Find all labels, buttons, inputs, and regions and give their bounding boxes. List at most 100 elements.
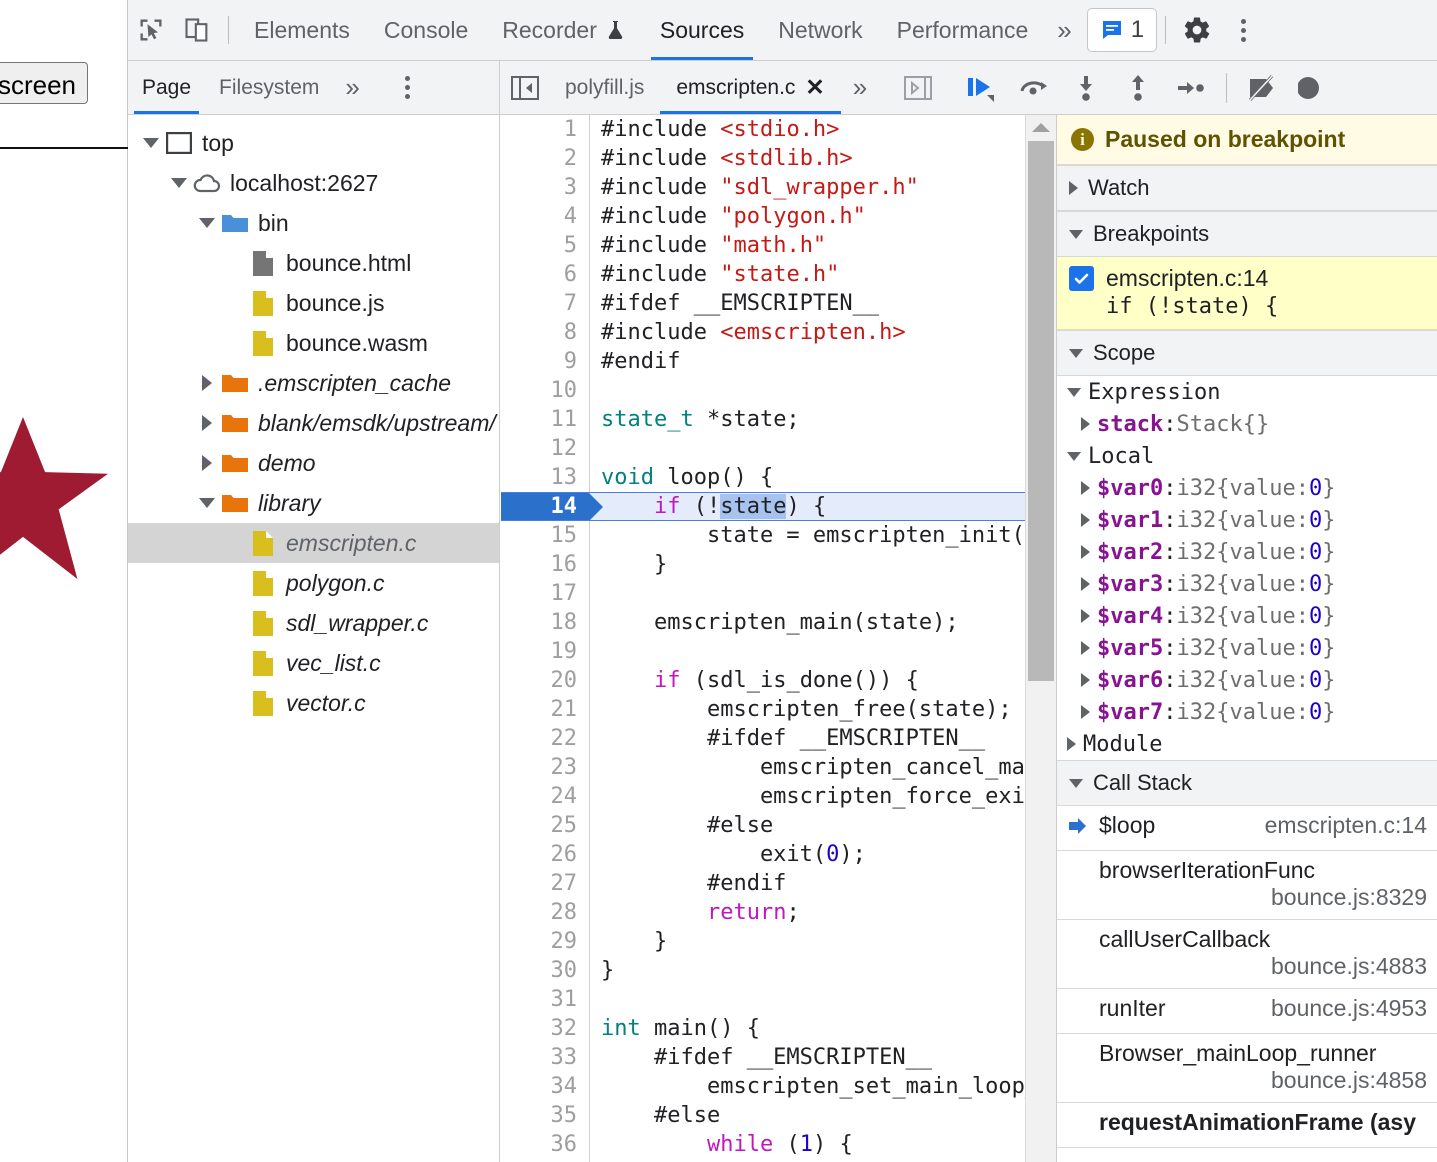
scope-variable-row[interactable]: $var0: i32 {value: 0} bbox=[1057, 472, 1437, 504]
collapse-navigator-icon[interactable] bbox=[501, 61, 549, 114]
line-number[interactable]: 3 bbox=[501, 175, 589, 200]
code-line[interactable]: 13void loop() { bbox=[501, 463, 1025, 492]
code-line[interactable]: 16 } bbox=[501, 550, 1025, 579]
line-number[interactable]: 14 bbox=[501, 494, 589, 519]
navigator-kebab-menu-icon[interactable] bbox=[385, 65, 431, 111]
tree-item-bounce-wasm[interactable]: bounce.wasm bbox=[128, 323, 499, 363]
resume-script-execution-button[interactable] bbox=[956, 61, 1008, 114]
editor-more-tabs-chevron-icon[interactable]: » bbox=[841, 72, 876, 103]
nav-tab-filesystem[interactable]: Filesystem bbox=[205, 61, 333, 114]
chevron-right-icon[interactable] bbox=[1067, 737, 1076, 751]
scope-variable-row[interactable]: $var6: i32 {value: 0} bbox=[1057, 664, 1437, 696]
code-line[interactable]: 24 emscripten_force_exit bbox=[501, 782, 1025, 811]
inspect-cursor-icon[interactable] bbox=[128, 7, 174, 53]
tab-console[interactable]: Console bbox=[367, 0, 485, 60]
tree-item-vec-list-c[interactable]: vec_list.c bbox=[128, 643, 499, 683]
tree-item-bounce-html[interactable]: bounce.html bbox=[128, 243, 499, 283]
line-number[interactable]: 19 bbox=[501, 639, 589, 664]
tree-item-sdl-wrapper-c[interactable]: sdl_wrapper.c bbox=[128, 603, 499, 643]
scope-variables-list[interactable]: Expressionstack: Stack {}Local$var0: i32… bbox=[1057, 376, 1437, 760]
deactivate-breakpoints-button[interactable] bbox=[1237, 61, 1289, 114]
call-stack-frame[interactable]: requestAnimationFrame (asy bbox=[1057, 1103, 1437, 1148]
tab-sources[interactable]: Sources bbox=[643, 0, 761, 60]
breakpoint-item[interactable]: emscripten.c:14 if (!state) { bbox=[1057, 257, 1437, 330]
line-number[interactable]: 5 bbox=[501, 233, 589, 258]
scope-variable-row[interactable]: $var4: i32 {value: 0} bbox=[1057, 600, 1437, 632]
scope-variable-row[interactable]: $var5: i32 {value: 0} bbox=[1057, 632, 1437, 664]
code-line[interactable]: 2#include <stdlib.h> bbox=[501, 144, 1025, 173]
code-line[interactable]: 5#include "math.h" bbox=[501, 231, 1025, 260]
gear-icon[interactable] bbox=[1174, 7, 1220, 53]
code-line[interactable]: 20 if (sdl_is_done()) { bbox=[501, 666, 1025, 695]
device-toolbar-icon[interactable] bbox=[174, 7, 220, 53]
scope-variable-row[interactable]: $var7: i32 {value: 0} bbox=[1057, 696, 1437, 728]
scope-variable-row[interactable]: $var2: i32 {value: 0} bbox=[1057, 536, 1437, 568]
line-number[interactable]: 35 bbox=[501, 1103, 589, 1128]
line-number[interactable]: 25 bbox=[501, 813, 589, 838]
code-line[interactable]: 36 while (1) { bbox=[501, 1130, 1025, 1159]
scrollbar-thumb[interactable] bbox=[1028, 141, 1054, 681]
line-number[interactable]: 18 bbox=[501, 610, 589, 635]
tab-performance[interactable]: Performance bbox=[880, 0, 1046, 60]
code-line[interactable]: 32int main() { bbox=[501, 1014, 1025, 1043]
line-number[interactable]: 26 bbox=[501, 842, 589, 867]
code-lines-container[interactable]: 1#include <stdio.h>2#include <stdlib.h>3… bbox=[501, 115, 1025, 1162]
code-line[interactable]: 25 #else bbox=[501, 811, 1025, 840]
code-line[interactable]: 34 emscripten_set_main_loop_ bbox=[501, 1072, 1025, 1101]
line-number[interactable]: 16 bbox=[501, 552, 589, 577]
code-line[interactable]: 18 emscripten_main(state); bbox=[501, 608, 1025, 637]
call-stack-list[interactable]: $loopemscripten.c:14browserIterationFunc… bbox=[1057, 806, 1437, 1148]
navigator-file-tree[interactable]: toplocalhost:2627binbounce.htmlbounce.js… bbox=[128, 115, 500, 1162]
tab-elements[interactable]: Elements bbox=[237, 0, 367, 60]
section-call-stack[interactable]: Call Stack bbox=[1057, 760, 1437, 806]
line-number[interactable]: 13 bbox=[501, 465, 589, 490]
code-line[interactable]: 11state_t *state; bbox=[501, 405, 1025, 434]
tab-recorder[interactable]: Recorder bbox=[485, 0, 643, 60]
line-number[interactable]: 36 bbox=[501, 1132, 589, 1157]
tree-item-emscripten-c[interactable]: emscripten.c bbox=[128, 523, 499, 563]
scope-variable-row[interactable]: stack: Stack {} bbox=[1057, 408, 1437, 440]
line-number[interactable]: 17 bbox=[501, 581, 589, 606]
console-messages-badge[interactable]: 1 bbox=[1087, 8, 1157, 52]
line-number[interactable]: 10 bbox=[501, 378, 589, 403]
line-number[interactable]: 28 bbox=[501, 900, 589, 925]
code-line[interactable]: 3#include "sdl_wrapper.h" bbox=[501, 173, 1025, 202]
chevron-right-icon[interactable] bbox=[1081, 481, 1090, 495]
chevron-right-icon[interactable] bbox=[1081, 641, 1090, 655]
call-stack-frame[interactable]: callUserCallbackbounce.js:4883 bbox=[1057, 920, 1437, 989]
scroll-up-arrow-icon[interactable] bbox=[1026, 117, 1056, 137]
tree-item-bounce-js[interactable]: bounce.js bbox=[128, 283, 499, 323]
tree-item-emscripten-cache[interactable]: .emscripten_cache bbox=[128, 363, 499, 403]
chevron-right-icon[interactable] bbox=[1081, 545, 1090, 559]
code-line[interactable]: 31 bbox=[501, 985, 1025, 1014]
line-number[interactable]: 33 bbox=[501, 1045, 589, 1070]
chevron-down-icon[interactable] bbox=[138, 138, 164, 148]
chevron-right-icon[interactable] bbox=[1081, 417, 1090, 431]
line-number[interactable]: 6 bbox=[501, 262, 589, 287]
code-line[interactable]: 9#endif bbox=[501, 347, 1025, 376]
expand-debugger-icon[interactable] bbox=[894, 61, 942, 114]
code-line[interactable]: 27 #endif bbox=[501, 869, 1025, 898]
scope-variable-row[interactable]: $var3: i32 {value: 0} bbox=[1057, 568, 1437, 600]
line-number[interactable]: 20 bbox=[501, 668, 589, 693]
code-line[interactable]: 29 } bbox=[501, 927, 1025, 956]
code-line[interactable]: 17 bbox=[501, 579, 1025, 608]
code-line[interactable]: 21 emscripten_free(state); bbox=[501, 695, 1025, 724]
pause-on-exceptions-button[interactable] bbox=[1289, 61, 1341, 114]
code-line[interactable]: 23 emscripten_cancel_mai bbox=[501, 753, 1025, 782]
chevron-right-icon[interactable] bbox=[194, 415, 220, 431]
code-line[interactable]: 4#include "polygon.h" bbox=[501, 202, 1025, 231]
chevron-right-icon[interactable] bbox=[194, 455, 220, 471]
editor-tab-emscripten-c[interactable]: emscripten.c ✕ bbox=[660, 61, 840, 114]
code-line[interactable]: 12 bbox=[501, 434, 1025, 463]
code-line[interactable]: 33 #ifdef __EMSCRIPTEN__ bbox=[501, 1043, 1025, 1072]
tree-item-top[interactable]: top bbox=[128, 123, 499, 163]
call-stack-frame[interactable]: $loopemscripten.c:14 bbox=[1057, 806, 1437, 851]
code-line[interactable]: 10 bbox=[501, 376, 1025, 405]
step-into-next-function-call-button[interactable] bbox=[1060, 61, 1112, 114]
kebab-menu-icon[interactable] bbox=[1220, 7, 1266, 53]
line-number[interactable]: 31 bbox=[501, 987, 589, 1012]
line-number[interactable]: 2 bbox=[501, 146, 589, 171]
call-stack-frame[interactable]: browserIterationFuncbounce.js:8329 bbox=[1057, 851, 1437, 920]
chevron-right-icon[interactable] bbox=[1081, 705, 1090, 719]
